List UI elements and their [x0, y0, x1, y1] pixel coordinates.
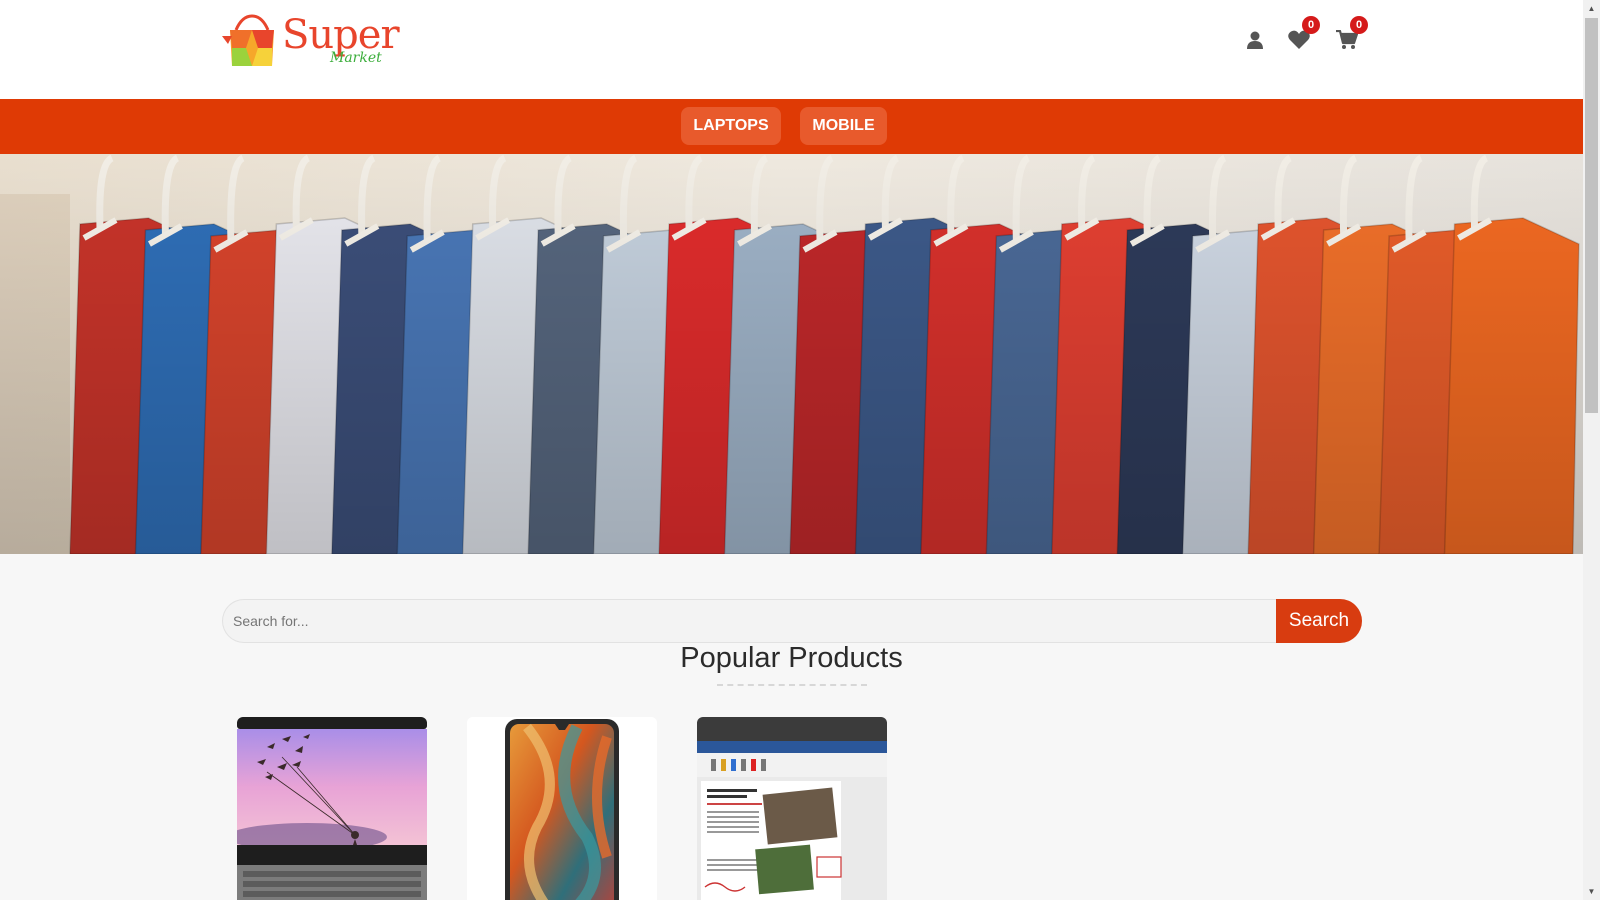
category-nav: LAPTOPS MOBILE	[0, 99, 1583, 154]
page-viewport: Super Market 0 0 LAPTOPS MOBILE Search f…	[0, 0, 1583, 900]
scrollbar-thumb[interactable]	[1585, 18, 1598, 413]
scroll-down-arrow-icon[interactable]: ▼	[1583, 883, 1600, 900]
laptop-image	[237, 717, 427, 900]
section-title: Popular Products	[680, 642, 903, 674]
nav-item-mobile[interactable]: MOBILE	[800, 107, 887, 145]
page-scrollbar[interactable]: ▲ ▼	[1583, 0, 1600, 900]
wishlist-button[interactable]: 0	[1284, 16, 1320, 58]
clothes-rack-image	[0, 154, 1583, 554]
nav-item-laptops[interactable]: LAPTOPS	[681, 107, 781, 145]
search-input[interactable]	[222, 599, 1276, 643]
user-icon	[1247, 31, 1263, 49]
cart-count-badge: 0	[1350, 16, 1368, 34]
logo-subtitle: Market	[330, 50, 382, 66]
scroll-up-arrow-icon[interactable]: ▲	[1583, 0, 1600, 17]
shopping-bag-logo-icon	[222, 14, 274, 66]
site-header: Super Market 0 0	[0, 0, 1583, 99]
title-divider	[717, 684, 867, 686]
product-card[interactable]	[237, 717, 427, 900]
logo[interactable]: Super Market	[222, 12, 400, 68]
product-card[interactable]	[697, 717, 887, 900]
search-button[interactable]: Search	[1276, 599, 1362, 643]
header-actions: 0 0	[1240, 16, 1370, 58]
tablet-document-image	[697, 717, 887, 900]
product-card[interactable]	[467, 717, 657, 900]
account-button[interactable]	[1240, 22, 1270, 58]
wishlist-count-badge: 0	[1302, 16, 1320, 34]
hero-banner	[0, 154, 1583, 554]
smartphone-image	[467, 717, 657, 900]
cart-button[interactable]: 0	[1332, 16, 1368, 58]
search-bar: Search	[222, 599, 1362, 643]
